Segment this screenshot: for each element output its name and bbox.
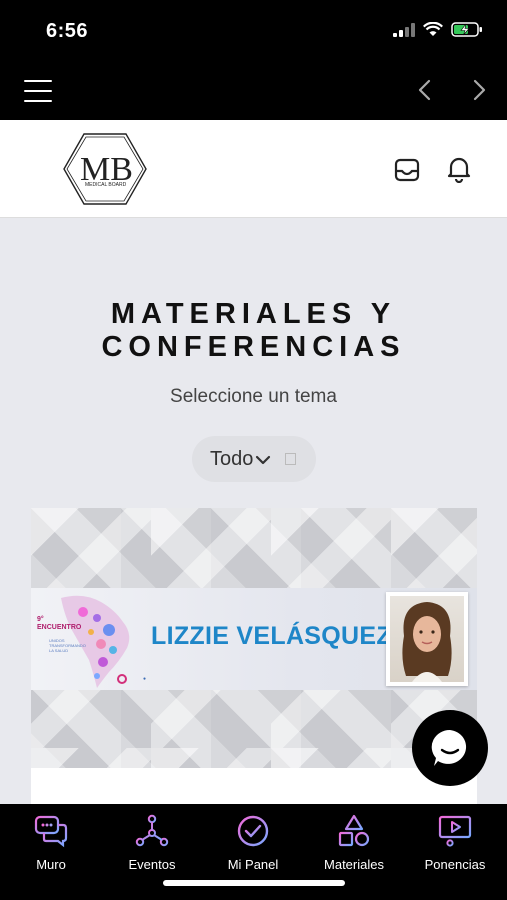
tab-materiales[interactable]: Materiales: [304, 814, 404, 872]
shapes-icon: [338, 814, 370, 847]
tab-label: Muro: [36, 857, 66, 872]
speaker-name: LIZZIE VELÁSQUEZ: [151, 622, 392, 650]
card-footer: [31, 768, 477, 808]
filter-placeholder-box: [285, 453, 297, 465]
page-title: MATERIALES Y CONFERENCIAS: [101, 298, 406, 363]
chat-button[interactable]: [412, 710, 488, 786]
tab-mi-panel[interactable]: Mi Panel: [203, 814, 303, 872]
status-icons: [393, 22, 483, 37]
chevron-right-icon[interactable]: [468, 78, 490, 102]
chevron-left-icon[interactable]: [414, 78, 436, 102]
event-title: 9° ENCUENTRO: [37, 616, 82, 631]
bell-icon[interactable]: [446, 155, 472, 183]
logo[interactable]: MB MEDICAL BOARD: [62, 130, 148, 208]
sponsor-logo-secondary: ●: [143, 676, 147, 682]
wifi-icon: [423, 22, 443, 36]
home-indicator[interactable]: [163, 880, 345, 886]
status-time: 6:56: [46, 20, 89, 42]
topic-filter-dropdown[interactable]: Todo: [192, 436, 316, 482]
menu-icon[interactable]: [24, 80, 52, 102]
tab-eventos[interactable]: Eventos: [102, 814, 202, 872]
check-circle-icon: [237, 815, 269, 847]
tab-label: Materiales: [324, 857, 384, 872]
top-nav-bar: [0, 62, 507, 120]
tab-label: Eventos: [128, 857, 176, 872]
chevron-down-icon: [256, 455, 271, 465]
speaker-photo: [386, 592, 468, 686]
battery-charging-icon: [451, 22, 482, 37]
network-icon: [135, 814, 169, 847]
tab-ponencias[interactable]: Ponencias: [405, 814, 505, 872]
conference-card[interactable]: 9° ENCUENTRO UNIDOS TRANSFORMANDO LA SAL…: [31, 508, 477, 808]
tab-label: Ponencias: [424, 857, 486, 872]
tab-label: Mi Panel: [227, 857, 279, 872]
status-bar: 6:56: [0, 0, 507, 62]
inbox-icon[interactable]: [393, 156, 421, 184]
video-play-icon: [438, 815, 472, 847]
signal-icon: [393, 22, 415, 37]
logo-text: MEDICAL BOARD: [85, 182, 127, 188]
event-subtitle: UNIDOS TRANSFORMANDO LA SALUD: [49, 638, 86, 653]
filter-selected-label: Todo: [210, 447, 254, 470]
chat-bubble-icon: [34, 815, 68, 848]
page-subtitle: Seleccione un tema: [170, 386, 337, 407]
app-header: MB MEDICAL BOARD: [0, 120, 507, 218]
speaker-portrait: [402, 602, 452, 682]
speaker-banner: 9° ENCUENTRO UNIDOS TRANSFORMANDO LA SAL…: [31, 588, 477, 690]
tab-muro[interactable]: Muro: [1, 814, 101, 872]
card-banner: 9° ENCUENTRO UNIDOS TRANSFORMANDO LA SAL…: [31, 508, 477, 768]
chat-icon: [431, 729, 467, 766]
sponsor-logo: [117, 674, 127, 684]
